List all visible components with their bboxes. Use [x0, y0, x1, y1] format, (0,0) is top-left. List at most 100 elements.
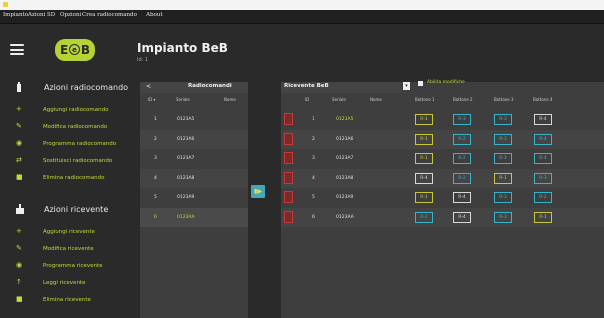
delete-marker-icon[interactable]	[284, 210, 293, 223]
remote-cell-serial: 0123A6	[177, 136, 195, 142]
col-nome: Nome	[224, 97, 236, 102]
remote-item-label: Programma radiocomando	[43, 141, 117, 147]
transfer-button[interactable]: ▮▶	[251, 185, 265, 198]
button-assignment-3[interactable]: R-3	[494, 114, 512, 125]
button-assignment-4[interactable]: R-1	[534, 211, 552, 223]
page-title: Impianto BeB	[137, 41, 228, 55]
button-assignment-2[interactable]: R-2	[453, 153, 471, 164]
col-bottone-2: Bottone 2	[453, 97, 473, 102]
receiver-cell-id: 3	[312, 156, 315, 161]
button-assignment-2[interactable]: R-4	[453, 192, 471, 203]
menu-about[interactable]: About	[146, 12, 163, 18]
receiver-panel-title: Ricevente BeB	[284, 83, 329, 89]
menu-bar: Impianto Azioni SD Opzioni Crea radiocom…	[0, 10, 604, 24]
button-assignment-1[interactable]: R-1	[415, 192, 433, 203]
menu-opzioni[interactable]: Opzioni	[60, 12, 81, 18]
logo-letter-left: E	[60, 43, 69, 57]
button-assignment-2[interactable]: R-2	[453, 172, 471, 184]
plant-id: Id: 1	[137, 57, 149, 63]
receiver-item-label: Aggiungi ricevente	[43, 229, 95, 235]
remote-cell-id: 5	[154, 195, 157, 200]
receiver-dropdown[interactable]: ▾	[403, 82, 410, 90]
receiver-cell-serial: 0123A9	[336, 195, 354, 200]
receiver-table-row[interactable]: 1 0123A5 R-1 R-3 R-3 R-4	[281, 110, 604, 129]
col-id: ID ▾	[148, 97, 156, 102]
button-assignment-4[interactable]: R-4	[534, 114, 552, 125]
hamburger-menu-icon[interactable]	[10, 44, 24, 55]
col-bottone-3: Bottone 3	[494, 97, 514, 102]
button-assignment-1[interactable]: R-4	[415, 172, 433, 184]
window-titlebar	[0, 0, 604, 10]
remote-table-row[interactable]: 5 0123A9	[140, 188, 248, 207]
receiver-item-label: Leggi ricevente	[43, 280, 86, 286]
main-area: E e B Impianto BeB Id: 1 Azioni radiocom…	[0, 24, 604, 318]
menu-azioni-sd[interactable]: Azioni SD	[28, 12, 55, 18]
remote-table-row[interactable]: 1 0123A5	[140, 110, 248, 129]
button-assignment-3[interactable]: R-3	[494, 192, 512, 203]
receiver-table-row[interactable]: 6 0123AA R-2 R-4 R-3 R-1	[281, 207, 604, 227]
remote-table-row[interactable]: 3 0123A7	[140, 149, 248, 168]
receiver-item-label: Modifica ricevente	[43, 246, 94, 252]
button-assignment-1[interactable]: R-1	[415, 133, 433, 145]
remote-cell-id: 1	[154, 117, 157, 122]
button-assignment-3[interactable]: R-3	[494, 211, 512, 223]
button-assignment-2[interactable]: R-3	[453, 114, 471, 125]
remote-item-icon: ✎	[16, 122, 22, 130]
button-assignment-3[interactable]: R-3	[494, 153, 512, 164]
remote-table-row[interactable]: 4 0123A8	[140, 168, 248, 188]
delete-marker-icon[interactable]	[284, 132, 293, 145]
remote-cell-serial: 0123AA	[177, 214, 195, 220]
remote-item-label: Aggiungi radiocomando	[43, 107, 109, 113]
button-assignment-1[interactable]: R-1	[415, 114, 433, 125]
remote-item-label: Sostituisci radiocomando	[43, 158, 113, 164]
remote-item-icon: +	[16, 105, 22, 113]
col-seriale: Seriale	[332, 97, 346, 102]
remote-cell-id: 4	[154, 175, 157, 181]
enable-edit-checkbox[interactable]	[418, 81, 423, 86]
button-assignment-3[interactable]: R-1	[494, 172, 512, 184]
receiver-cell-id: 6	[312, 214, 315, 220]
remote-table-row[interactable]: 6 0123AA	[140, 207, 248, 227]
delete-marker-icon[interactable]	[284, 171, 293, 184]
button-assignment-4[interactable]: R-4	[534, 133, 552, 145]
button-assignment-3[interactable]: R-3	[494, 133, 512, 145]
receiver-item-icon: ↑	[16, 278, 22, 286]
col-seriale: Seriale	[176, 97, 190, 102]
beb-logo: E e B	[55, 39, 95, 61]
button-assignment-1[interactable]: R-1	[415, 153, 433, 164]
logo-letter-center: e	[69, 44, 80, 55]
col-id: ID	[305, 97, 310, 102]
receiver-item-icon: ■	[16, 295, 23, 303]
button-assignment-1[interactable]: R-2	[415, 211, 433, 223]
button-assignment-4[interactable]: R-4	[534, 153, 552, 164]
receiver-item-label: Elimina ricevente	[43, 297, 91, 303]
remote-item-icon: ⇄	[16, 156, 22, 164]
receiver-table-row[interactable]: 2 0123A6 R-1 R-2 R-3 R-4	[281, 129, 604, 149]
receiver-item-label: Programma ricevente	[43, 263, 103, 269]
remotes-panel-title: Radiocomandi	[188, 83, 232, 89]
button-assignment-4[interactable]: R-2	[534, 192, 552, 203]
delete-marker-icon[interactable]	[284, 152, 293, 164]
menu-crea-radiocomando[interactable]: Crea radiocomando	[82, 12, 137, 18]
receiver-cell-serial: 0123A6	[336, 136, 354, 142]
button-assignment-2[interactable]: R-2	[453, 133, 471, 145]
remote-table-row[interactable]: 2 0123A6	[140, 129, 248, 149]
back-chevron-icon[interactable]: <	[146, 83, 151, 90]
button-assignment-2[interactable]: R-4	[453, 211, 471, 223]
receiver-actions-label: Azioni ricevente	[44, 205, 109, 214]
menu-impianto[interactable]: Impianto	[3, 12, 28, 18]
receiver-table-row[interactable]: 5 0123A9 R-1 R-4 R-3 R-2	[281, 188, 604, 207]
remote-cell-serial: 0123A8	[177, 175, 195, 181]
delete-marker-icon[interactable]	[284, 191, 293, 203]
col-nome: Nome	[370, 97, 382, 102]
delete-marker-icon[interactable]	[284, 113, 293, 125]
receiver-cell-id: 4	[312, 175, 315, 181]
button-assignment-4[interactable]: R-3	[534, 172, 552, 184]
receiver-panel: Ricevente BeB ID Seriale Nome Bottone 1 …	[281, 82, 604, 318]
receiver-table-row[interactable]: 3 0123A7 R-1 R-2 R-3 R-4	[281, 149, 604, 168]
receiver-table-row[interactable]: 4 0123A8 R-4 R-2 R-1 R-3	[281, 168, 604, 188]
remote-item-icon: ■	[16, 173, 23, 181]
receiver-item-icon: +	[16, 227, 22, 235]
receiver-item-icon: ✎	[16, 244, 22, 252]
remote-cell-serial: 0123A9	[177, 195, 195, 200]
